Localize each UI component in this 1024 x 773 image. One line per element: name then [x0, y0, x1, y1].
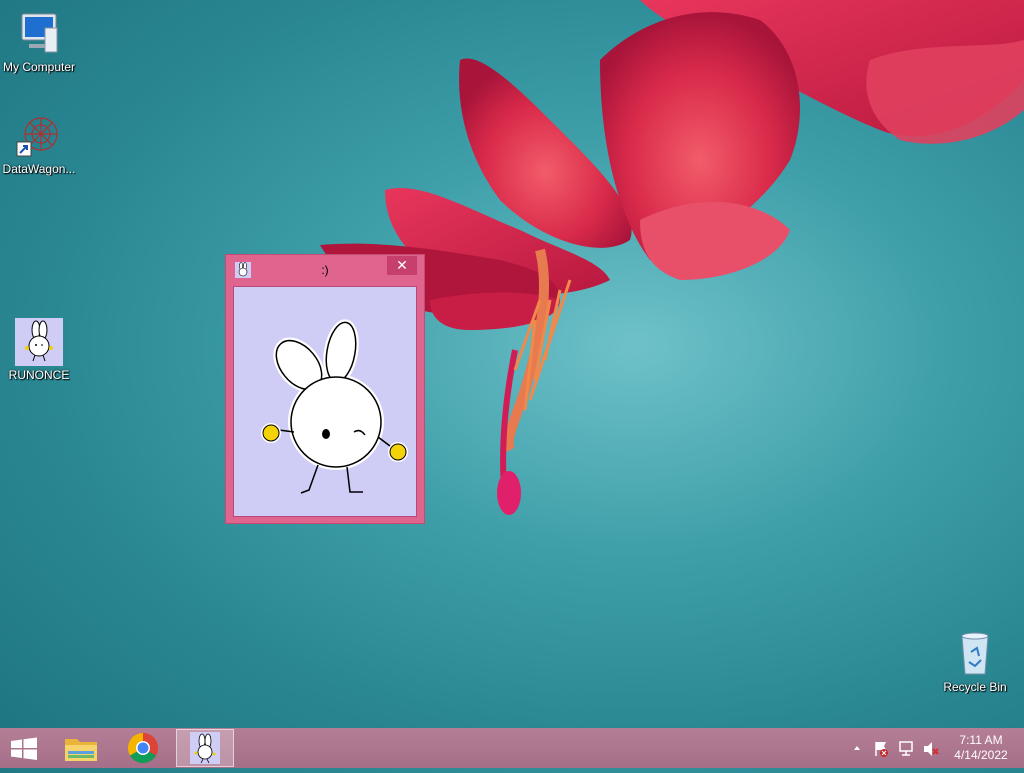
computer-icon	[15, 10, 63, 58]
action-center-flag-icon[interactable]	[875, 742, 888, 757]
window-titlebar[interactable]: :) ✕	[226, 255, 424, 285]
datawagon-icon	[15, 112, 63, 160]
clock-date: 4/14/2022	[954, 748, 1008, 762]
desktop-wallpaper	[320, 0, 1024, 515]
start-button[interactable]	[0, 728, 48, 768]
taskbar-chrome[interactable]	[118, 728, 168, 768]
bunny-icon	[15, 318, 63, 366]
taskbar: 7:11 AM 4/14/2022	[0, 728, 1024, 768]
taskbar-clock[interactable]: 7:11 AM 4/14/2022	[946, 733, 1016, 763]
desktop-icon-label: Recycle Bin	[943, 680, 1007, 694]
bunny-illustration	[261, 319, 408, 494]
volume-muted-icon[interactable]	[924, 742, 939, 756]
clock-time: 7:11 AM	[959, 733, 1003, 747]
desktop-icon-my-computer[interactable]: My Computer	[0, 10, 81, 74]
desktop-icon-label: My Computer	[2, 60, 76, 74]
desktop-icon-runonce[interactable]: RUNONCE	[0, 318, 81, 382]
show-hidden-icons-chevron[interactable]	[854, 746, 860, 750]
network-icon[interactable]	[899, 741, 913, 756]
app-window[interactable]: :) ✕	[225, 254, 425, 524]
desktop-icon-datawagon[interactable]: DataWagon...	[0, 112, 81, 176]
chrome-icon	[127, 733, 159, 764]
taskbar-file-explorer[interactable]	[56, 728, 106, 768]
window-client-area	[233, 286, 417, 517]
tray-icons	[854, 741, 939, 757]
taskbar-bunny-app[interactable]	[176, 729, 234, 767]
bunny-app-icon	[190, 732, 220, 764]
recycle-bin-icon	[951, 630, 999, 678]
file-explorer-icon	[65, 739, 97, 761]
desktop-icon-label: DataWagon...	[2, 162, 76, 176]
close-button[interactable]: ✕	[387, 256, 417, 275]
windows-logo-icon	[11, 737, 37, 760]
desktop-icon-label: RUNONCE	[8, 368, 70, 382]
desktop-icon-recycle-bin[interactable]: Recycle Bin	[933, 630, 1017, 694]
